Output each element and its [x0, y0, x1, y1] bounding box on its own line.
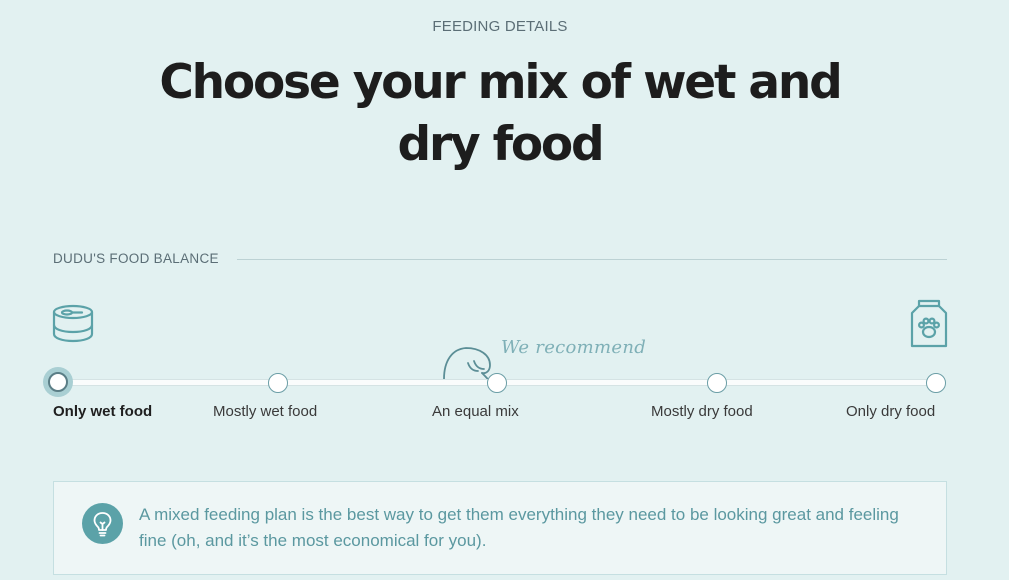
- recommend-note: We recommend: [501, 337, 647, 358]
- food-balance-label: DUDU'S FOOD BALANCE: [53, 251, 219, 266]
- slider-knob-mostly-dry[interactable]: [707, 373, 727, 393]
- option-label-equal-mix[interactable]: An equal mix: [432, 403, 519, 420]
- tip-text: A mixed feeding plan is the best way to …: [139, 505, 899, 550]
- option-label-mostly-dry[interactable]: Mostly dry food: [651, 403, 753, 420]
- option-label-mostly-wet[interactable]: Mostly wet food: [213, 403, 317, 420]
- wet-food-can-icon: [52, 304, 94, 343]
- dry-food-bag-icon: [910, 299, 948, 348]
- eyebrow-label: FEEDING DETAILS: [432, 18, 568, 35]
- slider-knob-only-dry[interactable]: [926, 373, 946, 393]
- option-label-only-dry[interactable]: Only dry food: [846, 403, 935, 420]
- section-divider: [237, 259, 947, 260]
- page-title: Choose your mix of wet and dry food: [0, 52, 1000, 176]
- option-label-only-wet[interactable]: Only wet food: [53, 403, 152, 420]
- slider-knob-mostly-wet[interactable]: [268, 373, 288, 393]
- slider-knob-equal-mix[interactable]: [487, 373, 507, 393]
- page-title-line-1: Choose your mix of wet and: [159, 55, 842, 110]
- slider-knob-only-wet[interactable]: [48, 372, 68, 392]
- lightbulb-icon: [82, 503, 123, 544]
- page-title-line-2: dry food: [397, 117, 605, 172]
- cat-paw-icon: [443, 347, 491, 381]
- feeding-tip-box: A mixed feeding plan is the best way to …: [53, 481, 947, 575]
